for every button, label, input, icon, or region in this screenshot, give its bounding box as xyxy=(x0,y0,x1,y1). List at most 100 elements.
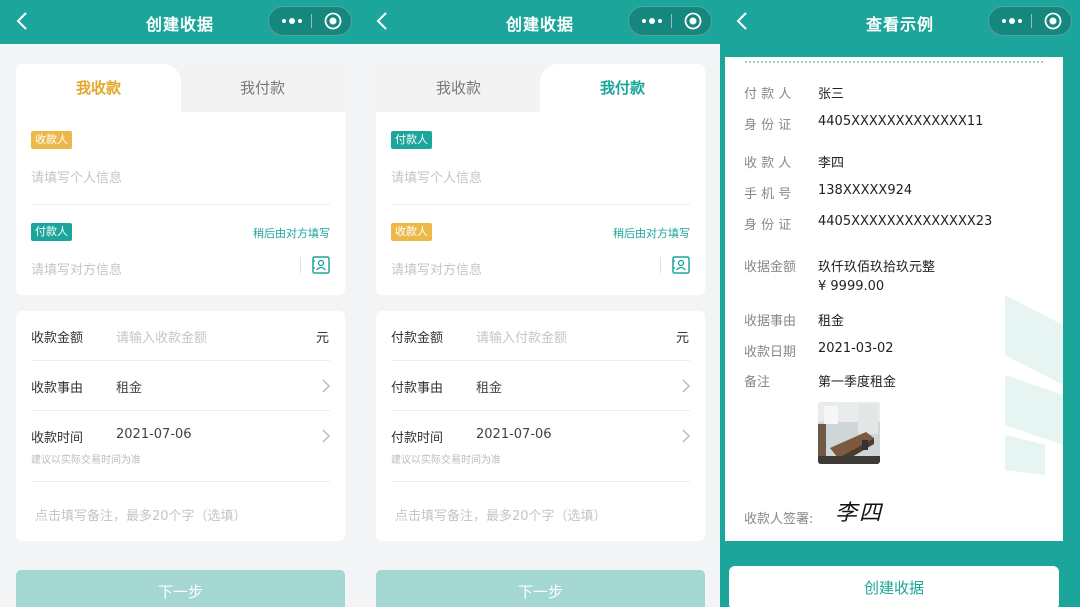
payee-phone: 138XXXXX924 xyxy=(818,183,913,198)
currency-unit: 元 xyxy=(315,331,329,346)
divider xyxy=(31,481,330,482)
contact-card-icon[interactable] xyxy=(672,256,690,274)
divider xyxy=(31,360,330,361)
signature: 李四 xyxy=(835,501,884,526)
divider xyxy=(391,481,690,482)
reason-value[interactable]: 租金 xyxy=(116,377,142,396)
reason-label: 收款事由 xyxy=(31,381,84,396)
menu-capsule xyxy=(628,6,712,36)
chevron-right-icon[interactable] xyxy=(321,429,331,443)
divider xyxy=(660,257,661,273)
counterparty-info-input[interactable]: 请填写对方信息 xyxy=(391,259,482,278)
amount-input[interactable]: 请输入付款金额 xyxy=(476,327,567,346)
target-circle-icon[interactable] xyxy=(679,7,707,35)
next-button[interactable]: 下一步 xyxy=(16,570,345,607)
divider xyxy=(391,410,690,411)
perforated-edge xyxy=(745,61,1043,63)
personal-info-input[interactable]: 请填写个人信息 xyxy=(391,167,482,186)
payer-name: 张三 xyxy=(818,87,845,102)
divider xyxy=(391,360,690,361)
attached-photo[interactable] xyxy=(818,402,880,464)
time-label: 付款时间 xyxy=(391,431,444,446)
receipt-document: 付 款 人 张三 身 份 证 4405XXXXXXXXXXXXX11 收 款 人… xyxy=(725,57,1063,541)
counterparty-info-input[interactable]: 请填写对方信息 xyxy=(31,259,122,278)
capsule-divider xyxy=(1031,14,1032,28)
menu-capsule xyxy=(988,6,1072,36)
chevron-right-icon[interactable] xyxy=(681,429,691,443)
chevron-right-icon[interactable] xyxy=(681,379,691,393)
tab-bar: 我收款 我付款 xyxy=(16,64,345,112)
tab-receive[interactable]: 我收款 xyxy=(16,64,181,112)
target-circle-icon[interactable] xyxy=(1039,7,1067,35)
payee-id-label: 身 份 证 xyxy=(744,218,792,233)
date-label: 收款日期 xyxy=(744,345,797,360)
receipt-details-card: 收款金额 请输入收款金额 元 收款事由 租金 收款时间 2021-07-06 建… xyxy=(16,311,345,541)
fill-later-link[interactable]: 稍后由对方填写 xyxy=(613,225,690,241)
time-value[interactable]: 2021-07-06 xyxy=(116,427,192,442)
watermark-logo xyxy=(1005,295,1063,475)
note-label: 备注 xyxy=(744,375,771,390)
more-dots-icon[interactable] xyxy=(277,7,307,35)
nav-bar: 创建收据 xyxy=(0,0,360,44)
payer-id: 4405XXXXXXXXXXXXX11 xyxy=(818,114,984,129)
capsule-divider xyxy=(671,14,672,28)
nav-bar: 查看示例 xyxy=(720,0,1080,44)
reason-label: 收据事由 xyxy=(744,314,797,329)
pay-receipt-screen: 创建收据 我收款 我付款 付款人 请填写个人信息 收款人 稍后由对方填写 请填写… xyxy=(360,0,720,607)
receive-receipt-screen: 创建收据 我收款 我付款 收款人 请填写个人信息 付款人 稍后由对方填写 请填写… xyxy=(0,0,360,607)
capsule-divider xyxy=(311,14,312,28)
nav-bar: 创建收据 xyxy=(360,0,720,44)
time-value[interactable]: 2021-07-06 xyxy=(476,427,552,442)
note-input[interactable]: 点击填写备注，最多20个字（选填） xyxy=(35,505,247,524)
divider xyxy=(391,204,690,205)
payee-phone-label: 手 机 号 xyxy=(744,187,792,202)
payee-name: 李四 xyxy=(818,156,845,171)
contact-card-icon[interactable] xyxy=(312,256,330,274)
reason-label: 付款事由 xyxy=(391,381,444,396)
payee-id: 4405XXXXXXXXXXXXXX23 xyxy=(818,214,993,229)
example-receipt-screen: 查看示例 付 款 人 张三 身 份 证 4405XXXXXXXXXXXXX11 … xyxy=(720,0,1080,607)
payer-label: 付 款 人 xyxy=(744,87,792,102)
amount-number: ¥ 9999.00 xyxy=(818,279,885,294)
chevron-right-icon[interactable] xyxy=(321,379,331,393)
menu-capsule xyxy=(268,6,352,36)
time-label: 收款时间 xyxy=(31,431,84,446)
fill-later-link[interactable]: 稍后由对方填写 xyxy=(253,225,330,241)
party-info-card: 我收款 我付款 付款人 请填写个人信息 收款人 稍后由对方填写 请填写对方信息 xyxy=(376,64,705,295)
payer-id-label: 身 份 证 xyxy=(744,118,792,133)
more-dots-icon[interactable] xyxy=(997,7,1027,35)
currency-unit: 元 xyxy=(675,331,689,346)
amount-input[interactable]: 请输入收款金额 xyxy=(116,327,207,346)
reason-value[interactable]: 租金 xyxy=(476,377,502,396)
signature-label: 收款人签署: xyxy=(744,512,814,527)
divider xyxy=(300,257,301,273)
note-input[interactable]: 点击填写备注，最多20个字（选填） xyxy=(395,505,607,524)
tab-pay[interactable]: 我付款 xyxy=(180,64,345,112)
tab-bar: 我收款 我付款 xyxy=(376,64,705,112)
payee-label: 收 款 人 xyxy=(744,156,792,171)
payer-tag: 付款人 xyxy=(391,131,432,149)
party-info-card: 我收款 我付款 收款人 请填写个人信息 付款人 稍后由对方填写 请填写对方信息 xyxy=(16,64,345,295)
create-receipt-button[interactable]: 创建收据 xyxy=(729,566,1059,607)
amount-in-words: 玖仟玖佰玖拾玖元整 xyxy=(818,260,936,275)
next-button[interactable]: 下一步 xyxy=(376,570,705,607)
more-dots-icon[interactable] xyxy=(637,7,667,35)
note-value: 第一季度租金 xyxy=(818,375,897,390)
tab-pay[interactable]: 我付款 xyxy=(540,64,705,112)
payee-tag: 收款人 xyxy=(31,131,72,149)
time-hint: 建议以实际交易时间为准 xyxy=(31,455,141,466)
divider xyxy=(31,204,330,205)
receipt-details-card: 付款金额 请输入付款金额 元 付款事由 租金 付款时间 2021-07-06 建… xyxy=(376,311,705,541)
amount-label: 收款金额 xyxy=(31,331,84,346)
amount-label: 付款金额 xyxy=(391,331,444,346)
reason-value: 租金 xyxy=(818,314,845,329)
target-circle-icon[interactable] xyxy=(319,7,347,35)
amount-label: 收据金额 xyxy=(744,260,797,275)
divider xyxy=(31,410,330,411)
tab-receive[interactable]: 我收款 xyxy=(376,64,541,112)
payee-tag: 收款人 xyxy=(391,223,432,241)
personal-info-input[interactable]: 请填写个人信息 xyxy=(31,167,122,186)
time-hint: 建议以实际交易时间为准 xyxy=(391,455,501,466)
payer-tag: 付款人 xyxy=(31,223,72,241)
date-value: 2021-03-02 xyxy=(818,341,894,356)
